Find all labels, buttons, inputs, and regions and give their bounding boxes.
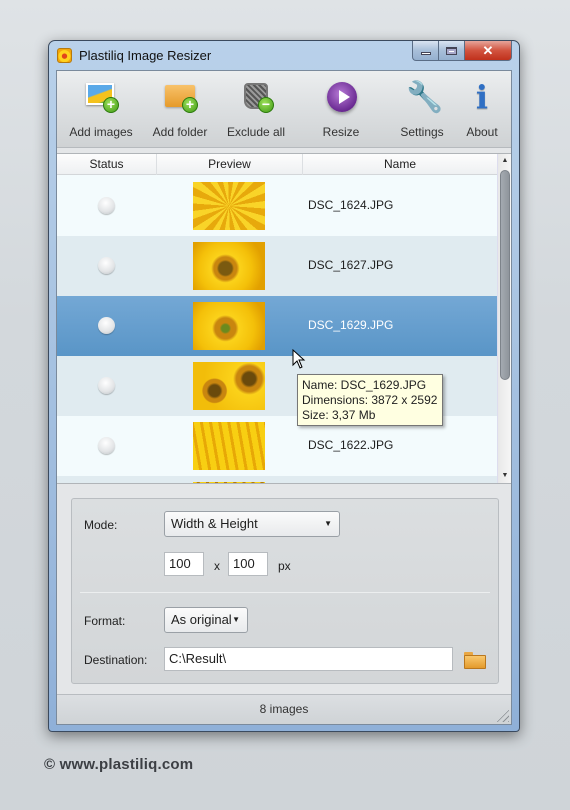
app-window: Plastiliq Image Resizer ✕ + Add images +… (48, 40, 520, 732)
list-header: Status Preview Name (57, 154, 497, 175)
minimize-button[interactable] (412, 41, 439, 61)
scroll-thumb[interactable] (500, 170, 510, 380)
preview-thumbnail (193, 362, 265, 410)
preview-thumbnail (193, 422, 265, 470)
settings-button[interactable]: 🔧 Settings (395, 79, 449, 145)
format-dropdown[interactable]: As original ▼ (164, 607, 248, 633)
status-indicator (98, 197, 115, 214)
add-folder-label: Add folder (152, 125, 208, 139)
exclude-all-label: Exclude all (226, 125, 286, 139)
times-label: x (214, 559, 220, 573)
image-list[interactable]: Status Preview Name DSC_1624.JPG DSC_162… (57, 153, 511, 484)
scroll-down-button[interactable]: ▼ (498, 469, 511, 483)
column-header-status[interactable]: Status (57, 154, 157, 175)
maximize-button[interactable] (439, 41, 465, 61)
close-button[interactable]: ✕ (465, 41, 512, 61)
list-row[interactable]: DSC_1627.JPG (57, 236, 497, 296)
destination-input[interactable]: C:\Result\ (164, 647, 453, 671)
minimize-icon (420, 52, 431, 55)
add-folder-icon: + (162, 79, 198, 115)
list-row-selected[interactable]: DSC_1629.JPG (57, 296, 497, 356)
play-icon (323, 79, 359, 115)
title-bar[interactable]: Plastiliq Image Resizer ✕ (49, 41, 519, 70)
list-row[interactable]: DSC_1624.JPG (57, 176, 497, 236)
file-name: DSC_1629.JPG (308, 318, 394, 332)
resize-label: Resize (322, 125, 360, 139)
settings-panel: Mode: Width & Height ▼ 100 x 100 px Form… (71, 498, 499, 684)
add-images-button[interactable]: + Add images (69, 79, 133, 145)
mode-value: Width & Height (171, 516, 258, 531)
add-images-icon: + (83, 79, 119, 115)
client-area: + Add images + Add folder − Exclude all … (56, 70, 512, 725)
status-indicator (98, 377, 115, 394)
mode-dropdown[interactable]: Width & Height ▼ (164, 511, 340, 537)
exclude-all-icon: − (238, 79, 274, 115)
resize-button[interactable]: Resize (315, 79, 367, 145)
scroll-up-button[interactable]: ▲ (498, 154, 511, 168)
tooltip-name: Name: DSC_1629.JPG (302, 378, 427, 392)
window-title: Plastiliq Image Resizer (79, 48, 212, 63)
format-value: As original (171, 612, 232, 627)
image-count: 8 images (259, 702, 309, 716)
exclude-all-button[interactable]: − Exclude all (225, 79, 287, 145)
add-images-label: Add images (69, 125, 133, 139)
file-name: DSC_1622.JPG (308, 438, 394, 452)
browse-folder-button[interactable] (464, 651, 486, 669)
close-icon: ✕ (482, 42, 494, 58)
tooltip-size: Size: 3,37 Mb (302, 408, 376, 422)
mouse-cursor-icon (292, 349, 306, 369)
status-indicator (98, 317, 115, 334)
column-header-name[interactable]: Name (303, 154, 497, 175)
maximize-icon (446, 46, 457, 55)
toolbar: + Add images + Add folder − Exclude all … (57, 71, 511, 148)
preview-thumbnail (193, 482, 265, 483)
destination-label: Destination: (84, 653, 148, 667)
width-input[interactable]: 100 (164, 552, 204, 576)
file-name: DSC_1627.JPG (308, 258, 394, 272)
mode-label: Mode: (84, 518, 118, 532)
caption-buttons: ✕ (412, 41, 512, 61)
info-icon: i (475, 78, 489, 116)
list-row[interactable] (57, 476, 497, 483)
status-bar: 8 images (57, 694, 511, 724)
tooltip-dimensions: Dimensions: 3872 x 2592 (302, 393, 438, 407)
preview-thumbnail (193, 302, 265, 350)
divider (80, 592, 490, 593)
status-indicator (98, 257, 115, 274)
add-folder-button[interactable]: + Add folder (149, 79, 211, 145)
format-label: Format: (84, 614, 126, 628)
list-rows: DSC_1624.JPG DSC_1627.JPG DSC_1629.JPG D… (57, 176, 497, 483)
file-info-tooltip: Name: DSC_1629.JPG Dimensions: 3872 x 25… (297, 374, 443, 426)
about-button[interactable]: i About (461, 79, 503, 145)
about-label: About (466, 125, 498, 139)
column-header-preview[interactable]: Preview (157, 154, 303, 175)
status-indicator (98, 437, 115, 454)
unit-label: px (278, 559, 291, 573)
preview-thumbnail (193, 182, 265, 230)
height-input[interactable]: 100 (228, 552, 268, 576)
resize-grip[interactable] (495, 708, 509, 722)
preview-thumbnail (193, 242, 265, 290)
vertical-scrollbar[interactable]: ▲ ▼ (497, 154, 511, 483)
chevron-down-icon: ▼ (232, 615, 240, 624)
settings-label: Settings (400, 125, 444, 139)
wrench-icon: 🔧 (406, 81, 444, 114)
chevron-down-icon: ▼ (324, 519, 332, 528)
file-name: DSC_1624.JPG (308, 198, 394, 212)
copyright-text: © www.plastiliq.com (44, 756, 194, 773)
app-sunflower-icon (57, 48, 72, 63)
